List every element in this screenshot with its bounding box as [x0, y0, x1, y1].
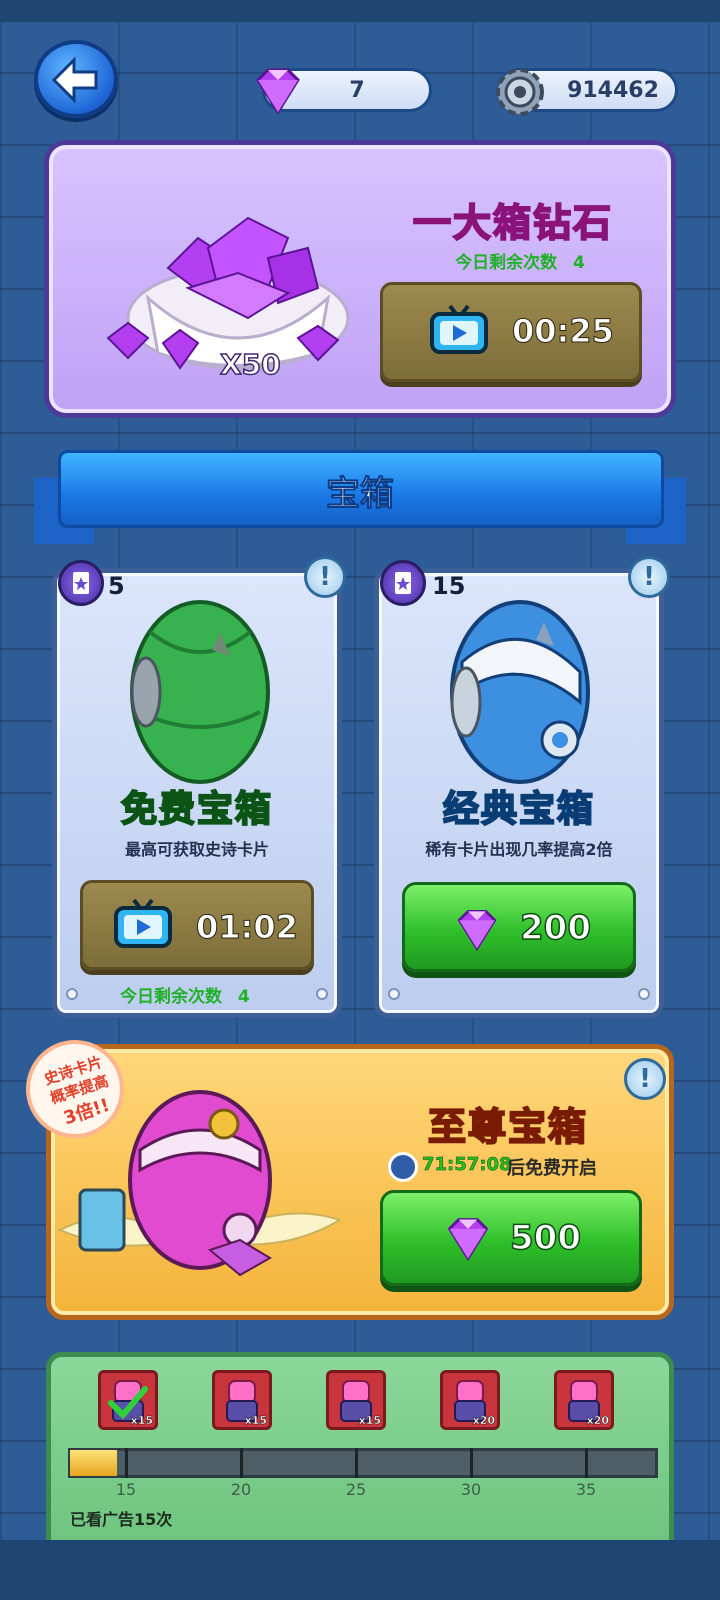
reward-item[interactable]: x15	[326, 1370, 386, 1430]
gear-icon	[496, 68, 544, 116]
remaining-label: 今日剩余次数	[120, 987, 222, 1007]
progress-fill	[70, 1450, 117, 1476]
reward-item[interactable]: x20	[554, 1370, 614, 1430]
card-rivet	[638, 988, 650, 1000]
supreme-chest-title: 至尊宝箱	[427, 1104, 588, 1150]
reward-qty: x15	[244, 1414, 267, 1427]
supreme-chest-price: 500	[509, 1217, 581, 1259]
reward-qty: x15	[358, 1414, 381, 1427]
gem-icon	[447, 1218, 489, 1262]
progress-tick	[470, 1448, 473, 1478]
reward-item[interactable]: x20	[440, 1370, 500, 1430]
bottom-strip	[0, 1540, 720, 1600]
status-strip	[0, 0, 720, 22]
gear-count: 914462	[567, 77, 659, 103]
progress-track	[68, 1448, 658, 1478]
card-rivet	[66, 988, 78, 1000]
diamond-remaining: 今日剩余次数 4	[420, 248, 620, 273]
gem-count: 7	[349, 77, 365, 103]
progress-tick	[355, 1448, 358, 1478]
supreme-timer-suffix: 后免费开启	[507, 1158, 597, 1179]
back-arrow-icon	[51, 56, 98, 104]
reward-item[interactable]: x15	[212, 1370, 272, 1430]
diamond-quantity: X50	[219, 347, 281, 382]
tick-label: 25	[345, 1480, 367, 1499]
tv-ad-icon	[430, 304, 488, 354]
back-button[interactable]	[34, 40, 118, 118]
classic-chest-description: 稀有卡片出现几率提高2倍	[425, 840, 613, 859]
reward-qty: x20	[472, 1414, 495, 1427]
tick-label: 15	[115, 1480, 137, 1499]
reward-item[interactable]: x15	[98, 1370, 158, 1430]
section-title: 宝箱	[326, 474, 395, 515]
classic-chest-name: 经典宝箱	[442, 788, 595, 831]
info-icon[interactable]: !	[304, 556, 346, 598]
gem-icon	[457, 910, 497, 952]
tick-label: 30	[460, 1480, 482, 1499]
info-icon[interactable]: !	[624, 1058, 666, 1100]
card-icon	[58, 560, 104, 606]
progress-tick	[585, 1448, 588, 1478]
remaining-count: 4	[573, 253, 585, 273]
progress-tick	[125, 1448, 128, 1478]
tv-ad-icon	[114, 898, 172, 948]
card-icon	[380, 560, 426, 606]
ads-watched-label: 已看广告15次	[70, 1510, 173, 1529]
info-icon[interactable]: !	[628, 556, 670, 598]
remaining-label: 今日剩余次数	[455, 253, 558, 273]
reward-qty: x20	[586, 1414, 609, 1427]
free-chest-ad-timer: 01:02	[196, 908, 299, 947]
blue-egg-icon	[450, 600, 590, 784]
reward-qty: x15	[130, 1414, 153, 1427]
remaining-count: 4	[237, 987, 250, 1007]
free-chest-name: 免费宝箱	[120, 788, 273, 831]
free-chest-description: 最高可获取史诗卡片	[124, 840, 269, 859]
classic-chest-buy-button[interactable]	[402, 882, 636, 972]
diamond-ad-timer: 00:25	[512, 312, 615, 351]
gem-icon	[256, 68, 300, 115]
green-egg-icon	[130, 600, 270, 784]
supreme-timer: 71:57:08	[422, 1154, 512, 1176]
diamond-box-title: 一大箱钻石	[412, 200, 613, 246]
free-chest-remaining: 今日剩余次数 4	[120, 982, 250, 1007]
tick-label: 20	[230, 1480, 252, 1499]
clock-icon	[388, 1152, 418, 1182]
progress-tick	[240, 1448, 243, 1478]
card-rivet	[388, 988, 400, 1000]
card-rivet	[316, 988, 328, 1000]
classic-chest-price: 200	[519, 907, 591, 949]
tick-label: 35	[575, 1480, 597, 1499]
